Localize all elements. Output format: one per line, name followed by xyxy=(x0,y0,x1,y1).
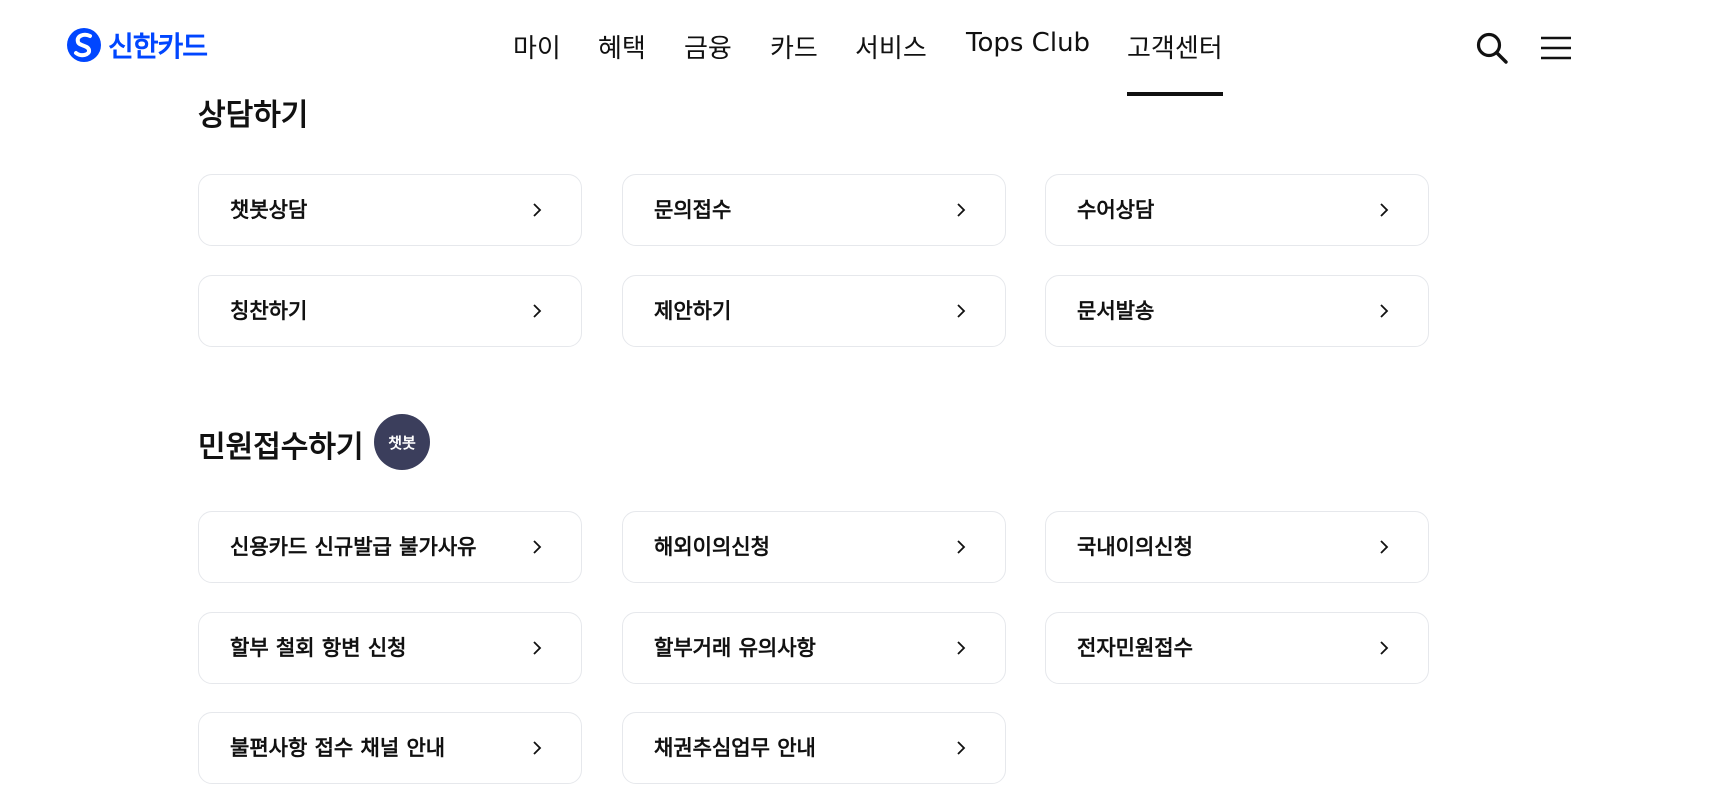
card-label: 수어상담 xyxy=(1077,198,1155,222)
card-sign-language-consult[interactable]: 수어상담 xyxy=(1045,174,1429,246)
card-installment-notice[interactable]: 할부거래 유의사항 xyxy=(622,612,1006,684)
nav-item-my[interactable]: 마이 xyxy=(513,28,561,96)
card-installment-withdrawal[interactable]: 할부 철회 항변 신청 xyxy=(198,612,582,684)
card-inquiry[interactable]: 문의접수 xyxy=(622,174,1006,246)
card-label: 채권추심업무 안내 xyxy=(654,736,816,760)
card-label: 챗봇상담 xyxy=(230,198,308,222)
nav-item-card[interactable]: 카드 xyxy=(770,28,818,96)
card-document-send[interactable]: 문서발송 xyxy=(1045,275,1429,347)
card-chatbot-consult[interactable]: 챗봇상담 xyxy=(198,174,582,246)
nav-item-customer-center[interactable]: 고객센터 xyxy=(1127,28,1223,96)
card-label: 불편사항 접수 채널 안내 xyxy=(230,736,446,760)
card-label: 신용카드 신규발급 불가사유 xyxy=(230,535,477,559)
card-compliment[interactable]: 칭찬하기 xyxy=(198,275,582,347)
card-label: 제안하기 xyxy=(654,299,732,323)
card-label: 문의접수 xyxy=(654,198,732,222)
site-header: 신한카드 마이 혜택 금융 카드 서비스 Tops Club 고객센터 xyxy=(0,0,1731,96)
card-domestic-dispute[interactable]: 국내이의신청 xyxy=(1045,511,1429,583)
card-label: 할부 철회 항변 신청 xyxy=(230,636,407,660)
card-credit-card-rejection-reason[interactable]: 신용카드 신규발급 불가사유 xyxy=(198,511,582,583)
chevron-right-icon xyxy=(1376,640,1392,656)
card-label: 칭찬하기 xyxy=(230,299,308,323)
nav-item-finance[interactable]: 금융 xyxy=(684,28,732,96)
nav-item-service[interactable]: 서비스 xyxy=(855,28,927,96)
page: 신한카드 마이 혜택 금융 카드 서비스 Tops Club 고객센터 상담하기… xyxy=(0,0,1731,787)
section-title-complaint: 민원접수하기 xyxy=(198,430,364,465)
chevron-right-icon xyxy=(1376,539,1392,555)
chevron-right-icon xyxy=(953,640,969,656)
chevron-right-icon xyxy=(953,303,969,319)
chatbot-badge[interactable]: 챗봇 xyxy=(374,414,430,470)
nav-item-tops-club[interactable]: Tops Club xyxy=(966,28,1090,96)
chevron-right-icon xyxy=(529,202,545,218)
chevron-right-icon xyxy=(953,202,969,218)
card-label: 전자민원접수 xyxy=(1077,636,1193,660)
card-e-complaint[interactable]: 전자민원접수 xyxy=(1045,612,1429,684)
chevron-right-icon xyxy=(529,303,545,319)
chevron-right-icon xyxy=(529,740,545,756)
menu-icon[interactable] xyxy=(1538,30,1574,66)
card-complaint-channel-guide[interactable]: 불편사항 접수 채널 안내 xyxy=(198,712,582,784)
card-label: 국내이의신청 xyxy=(1077,535,1193,559)
card-label: 문서발송 xyxy=(1077,299,1155,323)
card-label: 할부거래 유의사항 xyxy=(654,636,816,660)
chevron-right-icon xyxy=(953,539,969,555)
card-overseas-dispute[interactable]: 해외이의신청 xyxy=(622,511,1006,583)
chevron-right-icon xyxy=(1376,202,1392,218)
chevron-right-icon xyxy=(953,740,969,756)
chevron-right-icon xyxy=(529,539,545,555)
chevron-right-icon xyxy=(1376,303,1392,319)
card-suggestion[interactable]: 제안하기 xyxy=(622,275,1006,347)
chevron-right-icon xyxy=(529,640,545,656)
card-label: 해외이의신청 xyxy=(654,535,770,559)
main-nav: 마이 혜택 금융 카드 서비스 Tops Club 고객센터 xyxy=(0,0,1731,96)
nav-item-benefits[interactable]: 혜택 xyxy=(598,28,646,96)
section-title-consult: 상담하기 xyxy=(198,98,309,133)
search-icon[interactable] xyxy=(1474,30,1510,66)
card-debt-collection-guide[interactable]: 채권추심업무 안내 xyxy=(622,712,1006,784)
